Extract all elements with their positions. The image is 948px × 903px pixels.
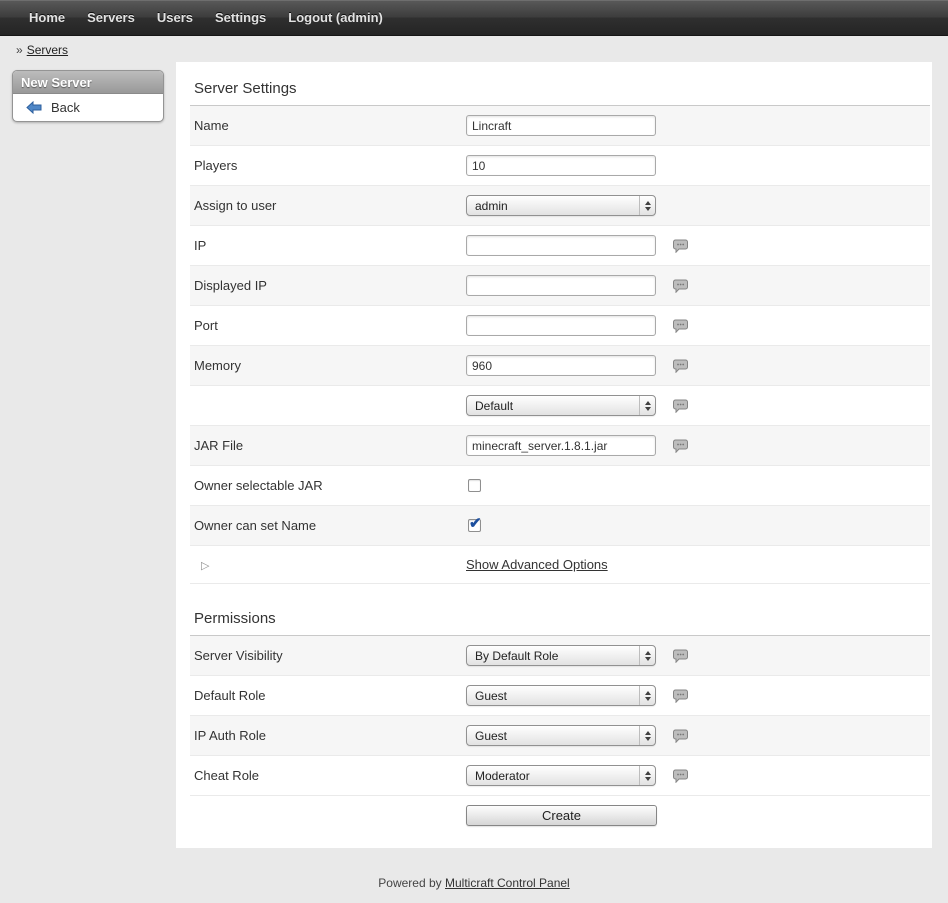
memory-preset-select[interactable]: Default [466, 395, 656, 416]
multicraft-link[interactable]: Multicraft Control Panel [445, 876, 570, 890]
server-visibility-label: Server Visibility [190, 648, 466, 663]
cheat-role-select[interactable]: Moderator [466, 765, 656, 786]
help-icon[interactable] [673, 359, 688, 373]
select-arrows-icon [639, 196, 655, 215]
back-label: Back [51, 100, 80, 115]
help-icon[interactable] [673, 689, 688, 703]
memory-preset-selected-value: Default [475, 399, 639, 413]
expander-triangle-icon[interactable]: ▷ [194, 560, 209, 572]
default-role-select[interactable]: Guest [466, 685, 656, 706]
ip-label: IP [190, 238, 466, 253]
select-arrows-icon [639, 686, 655, 705]
permissions-rows: Server Visibility By Default Role Defaul… [190, 636, 930, 834]
default-role-selected-value: Guest [475, 689, 639, 703]
ip-auth-role-selected-value: Guest [475, 729, 639, 743]
port-input[interactable] [466, 315, 656, 336]
footer-text: Powered by [378, 876, 441, 890]
back-arrow-icon [26, 101, 42, 114]
form-row-players: Players [190, 146, 930, 186]
displayed-ip-label: Displayed IP [190, 278, 466, 293]
ip-auth-role-label: IP Auth Role [190, 728, 466, 743]
assign-to-user-select[interactable]: admin [466, 195, 656, 216]
form-row-cheat-role: Cheat Role Moderator [190, 756, 930, 796]
owner-can-set-name-checkbox[interactable] [468, 519, 481, 532]
ip-auth-role-select[interactable]: Guest [466, 725, 656, 746]
jar-file-input[interactable] [466, 435, 656, 456]
jar-file-label: JAR File [190, 438, 466, 453]
select-arrows-icon [639, 646, 655, 665]
name-input[interactable] [466, 115, 656, 136]
port-label: Port [190, 318, 466, 333]
memory-input[interactable] [466, 355, 656, 376]
form-row-ip-auth-role: IP Auth Role Guest [190, 716, 930, 756]
players-input[interactable] [466, 155, 656, 176]
breadcrumb-servers-link[interactable]: Servers [27, 43, 68, 57]
form-row-assign-to-user: Assign to user admin [190, 186, 930, 226]
server-visibility-select[interactable]: By Default Role [466, 645, 656, 666]
sidebar-title: New Server [13, 71, 163, 94]
nav-item-home[interactable]: Home [18, 0, 76, 35]
help-icon[interactable] [673, 279, 688, 293]
form-row-server-visibility: Server Visibility By Default Role [190, 636, 930, 676]
section-title-server-settings: Server Settings [176, 62, 932, 105]
top-nav-bar: Home Servers Users Settings Logout (admi… [0, 0, 948, 36]
nav-item-servers[interactable]: Servers [76, 0, 146, 35]
form-row-advanced-options: ▷ Show Advanced Options [190, 546, 930, 584]
new-server-form-panel: Server Settings Name Players Assign to u… [176, 62, 932, 848]
owner-selectable-jar-checkbox[interactable] [468, 479, 481, 492]
help-icon[interactable] [673, 319, 688, 333]
memory-label: Memory [190, 358, 466, 373]
nav-item-settings[interactable]: Settings [204, 0, 277, 35]
footer: Powered by Multicraft Control Panel [0, 876, 948, 890]
select-arrows-icon [639, 726, 655, 745]
server-settings-rows: Name Players Assign to user admin [190, 106, 930, 584]
sidebar: New Server Back [12, 70, 164, 122]
form-row-ip: IP [190, 226, 930, 266]
form-row-owner-can-set-name: Owner can set Name [190, 506, 930, 546]
select-arrows-icon [639, 396, 655, 415]
server-visibility-selected-value: By Default Role [475, 649, 639, 663]
nav-item-logout[interactable]: Logout (admin) [277, 0, 394, 35]
ip-input[interactable] [466, 235, 656, 256]
help-icon[interactable] [673, 439, 688, 453]
form-row-jar-file: JAR File [190, 426, 930, 466]
form-row-port: Port [190, 306, 930, 346]
cheat-role-selected-value: Moderator [475, 769, 639, 783]
form-row-displayed-ip: Displayed IP [190, 266, 930, 306]
form-row-create: Create [190, 796, 930, 834]
form-row-memory: Memory [190, 346, 930, 386]
cheat-role-label: Cheat Role [190, 768, 466, 783]
nav-item-users[interactable]: Users [146, 0, 204, 35]
displayed-ip-input[interactable] [466, 275, 656, 296]
owner-selectable-jar-label: Owner selectable JAR [190, 478, 466, 493]
default-role-label: Default Role [190, 688, 466, 703]
help-icon[interactable] [673, 399, 688, 413]
section-title-permissions: Permissions [176, 584, 932, 635]
form-row-name: Name [190, 106, 930, 146]
name-label: Name [190, 118, 466, 133]
select-arrows-icon [639, 766, 655, 785]
help-icon[interactable] [673, 649, 688, 663]
owner-can-set-name-label: Owner can set Name [190, 518, 466, 533]
create-button[interactable]: Create [466, 805, 657, 826]
help-icon[interactable] [673, 729, 688, 743]
back-button[interactable]: Back [13, 94, 163, 121]
breadcrumb-separator: » [16, 43, 23, 57]
assign-to-user-selected-value: admin [475, 199, 639, 213]
breadcrumb: » Servers [0, 36, 948, 62]
form-row-owner-selectable-jar: Owner selectable JAR [190, 466, 930, 506]
players-label: Players [190, 158, 466, 173]
form-row-default-role: Default Role Guest [190, 676, 930, 716]
help-icon[interactable] [673, 769, 688, 783]
form-row-memory-preset: Default [190, 386, 930, 426]
assign-to-user-label: Assign to user [190, 198, 466, 213]
show-advanced-options-link[interactable]: Show Advanced Options [466, 557, 608, 572]
help-icon[interactable] [673, 239, 688, 253]
